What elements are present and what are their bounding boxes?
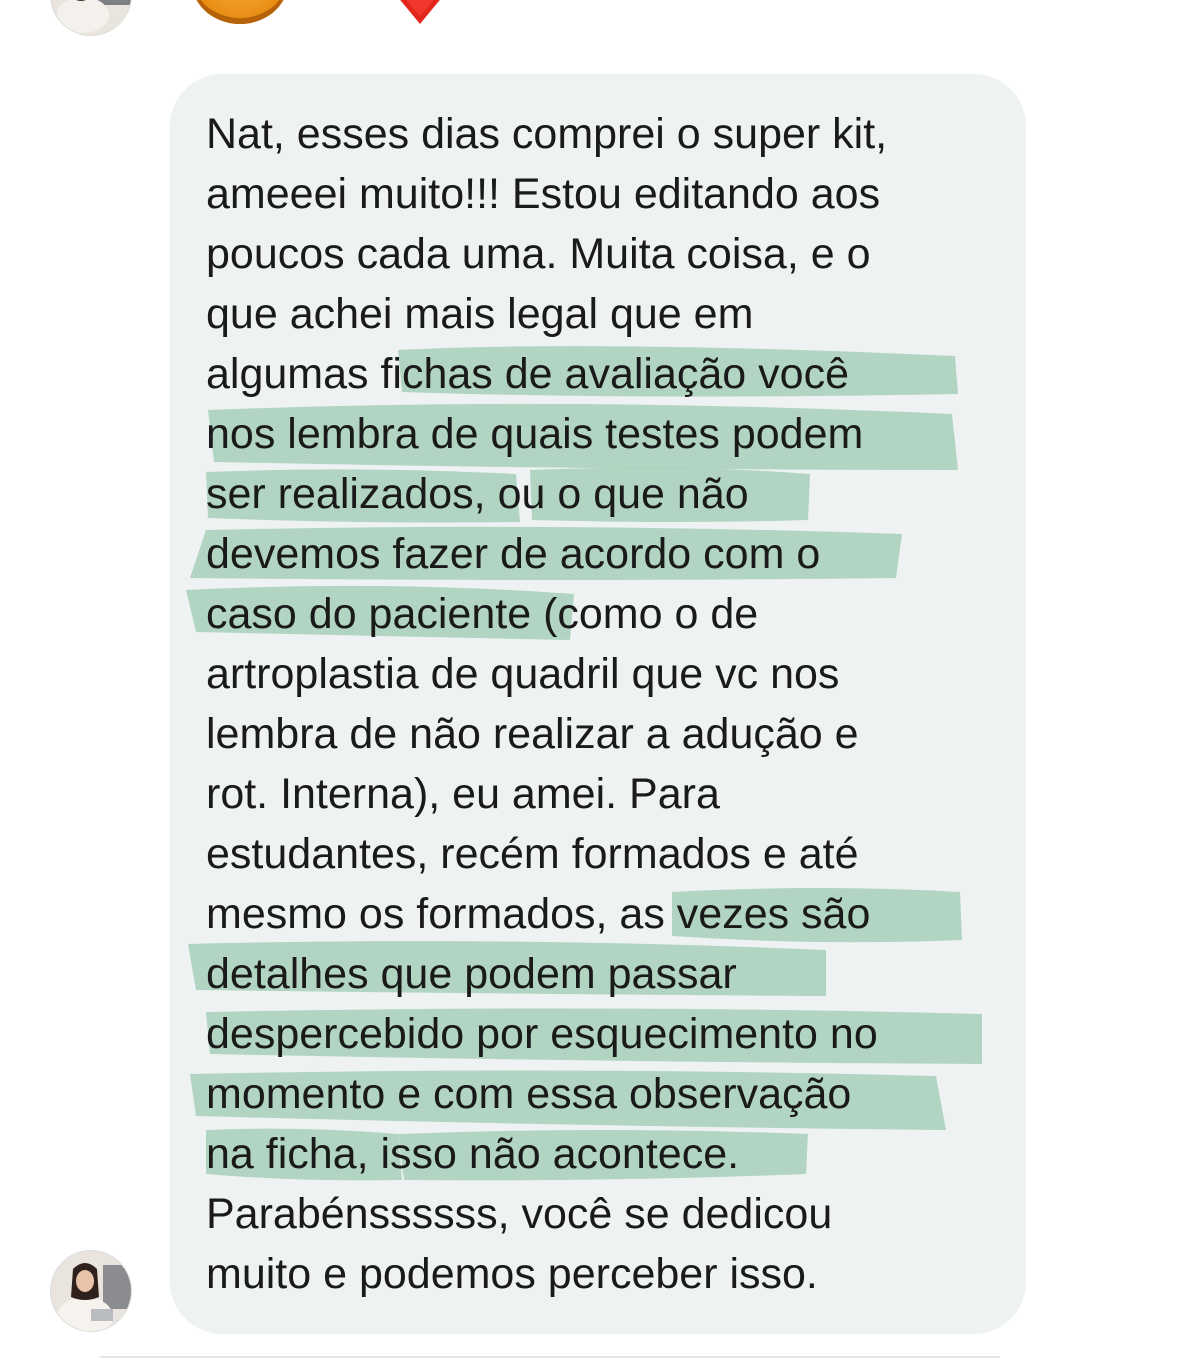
smiley-emoji-icon[interactable]: [192, 0, 288, 24]
message-line: despercebido por esquecimento no: [206, 1010, 878, 1058]
message-line: algumas fichas de avaliação você: [206, 350, 849, 398]
message-line: muito e podemos perceber isso.: [206, 1250, 818, 1298]
message-line: Parabénssssss, você se dedicou: [206, 1190, 833, 1238]
divider: [100, 1356, 1000, 1358]
message-line: momento e com essa observação: [206, 1070, 852, 1118]
message-line: ameeei muito!!! Estou editando aos: [206, 170, 881, 218]
message-line: lembra de não realizar a adução e: [206, 710, 859, 758]
message-line: artroplastia de quadril que vc nos: [206, 650, 840, 698]
message-line: detalhes que podem passar: [206, 950, 737, 998]
message-line: rot. Interna), eu amei. Para: [206, 770, 720, 818]
message-line: Nat, esses dias comprei o super kit,: [206, 110, 888, 158]
message-text: Nat, esses dias comprei o super kit, ame…: [206, 104, 1006, 1304]
message-line: estudantes, recém formados e até: [206, 830, 859, 878]
message-line: poucos cada uma. Muita coisa, e o: [206, 230, 871, 278]
message-line: mesmo os formados, as vezes são: [206, 890, 871, 938]
heart-emoji-icon[interactable]: [388, 0, 452, 30]
avatar-photo-icon: [51, 0, 131, 35]
sender-avatar[interactable]: [50, 1250, 132, 1332]
message-line: caso do paciente (como o de: [206, 590, 759, 638]
avatar-photo-icon: [51, 1251, 131, 1331]
sender-avatar-top[interactable]: [50, 0, 132, 36]
message-line: nos lembra de quais testes podem: [206, 410, 864, 458]
message-line: que achei mais legal que em: [206, 290, 754, 338]
message-line: ser realizados, ou o que não: [206, 470, 749, 518]
message-line: devemos fazer de acordo com o: [206, 530, 821, 578]
message-line: na ficha, isso não acontece.: [206, 1130, 740, 1178]
